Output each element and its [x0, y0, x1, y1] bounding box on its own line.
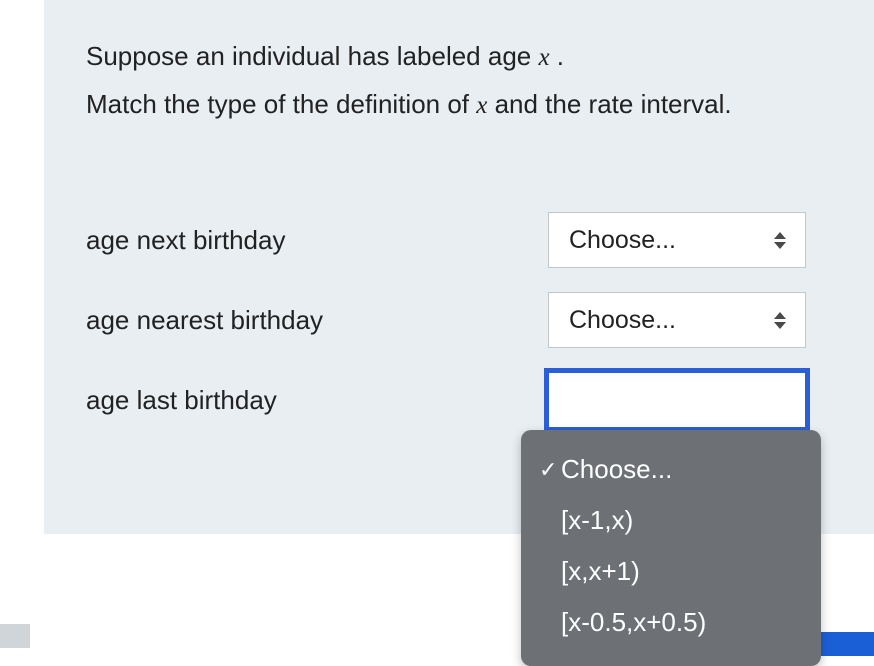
- select-text: Choose...: [569, 226, 676, 255]
- next-button-sliver[interactable]: [812, 632, 874, 656]
- match-row: age nearest birthday Choose...: [86, 280, 806, 360]
- dropdown-option-x-minus-1-x[interactable]: [x-1,x): [521, 495, 821, 546]
- dropdown-menu: ✓ Choose... [x-1,x) [x,x+1) [x-0.5,x+0.5…: [521, 430, 821, 666]
- match-row: age next birthday Choose...: [86, 200, 806, 280]
- variable-x: x: [538, 44, 549, 71]
- question-text-part: .: [550, 41, 564, 71]
- dropdown-option-label: [x,x+1): [561, 552, 640, 591]
- question-text-part: Match the type of the definition of: [86, 89, 476, 119]
- select-age-nearest-birthday[interactable]: Choose...: [548, 292, 806, 348]
- select-wrap: Choose...: [548, 372, 806, 428]
- select-wrap: Choose...: [548, 292, 806, 348]
- select-age-last-birthday[interactable]: Choose...: [548, 372, 806, 428]
- question-line-2: Match the type of the definition of x an…: [86, 84, 832, 126]
- question-text: Suppose an individual has labeled age x …: [86, 36, 832, 126]
- dropdown-option-label: [x-0.5,x+0.5): [561, 603, 706, 642]
- dropdown-option-choose[interactable]: ✓ Choose...: [521, 444, 821, 495]
- match-label-age-last-birthday: age last birthday: [86, 385, 277, 416]
- match-label-age-nearest-birthday: age nearest birthday: [86, 305, 323, 336]
- question-line-1: Suppose an individual has labeled age x …: [86, 36, 832, 78]
- question-text-part: and the rate interval.: [487, 89, 731, 119]
- dropdown-option-x-half[interactable]: [x-0.5,x+0.5): [521, 597, 821, 648]
- question-text-part: Suppose an individual has labeled age: [86, 41, 538, 71]
- match-row: age last birthday Choose...: [86, 360, 806, 440]
- dropdown-option-x-x-plus-1[interactable]: [x,x+1): [521, 546, 821, 597]
- match-label-age-next-birthday: age next birthday: [86, 225, 285, 256]
- sort-icon: [773, 230, 787, 250]
- dropdown-option-label: Choose...: [561, 450, 672, 489]
- dropdown-option-label: [x-1,x): [561, 501, 633, 540]
- check-icon: ✓: [539, 453, 561, 486]
- select-text: Choose...: [569, 306, 676, 335]
- prev-button-sliver[interactable]: [0, 624, 30, 648]
- match-rows: age next birthday Choose... age nearest …: [86, 200, 832, 440]
- select-wrap: Choose...: [548, 212, 806, 268]
- select-age-next-birthday[interactable]: Choose...: [548, 212, 806, 268]
- variable-x: x: [476, 92, 487, 119]
- sort-icon: [773, 310, 787, 330]
